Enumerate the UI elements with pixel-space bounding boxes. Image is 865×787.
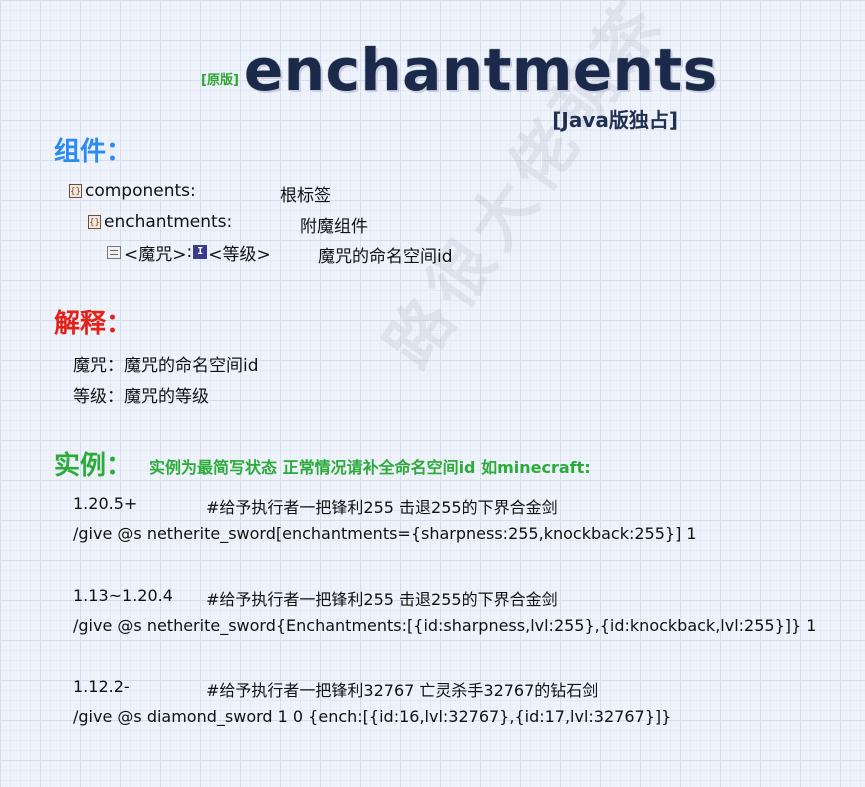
explain-line: 魔咒：魔咒的命名空间id xyxy=(73,356,259,376)
tree-row-components: {} components: xyxy=(69,180,196,202)
explain-line: 等级：魔咒的等级 xyxy=(73,387,209,407)
example-comment: #给予执行者一把锋利32767 亡灵杀手32767的钻石剑 xyxy=(206,681,599,700)
example-comment: #给予执行者一把锋利255 击退255的下界合金剑 xyxy=(206,590,558,609)
example-command: /give @s netherite_sword{Enchantments:[{… xyxy=(73,616,817,635)
tree-value: <等级> xyxy=(208,244,271,265)
tree-label: components: xyxy=(85,181,196,201)
tree-label: enchantments: xyxy=(104,212,233,232)
tree-row-enchantments: {} enchantments: xyxy=(88,211,232,233)
page-title: enchantments xyxy=(244,36,718,104)
tree-desc: 附魔组件 xyxy=(300,217,368,237)
compound-tag-icon: {} xyxy=(69,184,82,198)
tree-desc: 魔咒的命名空间id xyxy=(318,247,453,267)
example-version: 1.13~1.20.4 xyxy=(73,586,173,605)
example-command: /give @s netherite_sword[enchantments={s… xyxy=(73,524,697,543)
explain-heading: 解释： xyxy=(54,309,133,339)
components-heading: 组件： xyxy=(54,137,133,167)
int-tag-icon: I xyxy=(193,245,208,259)
tree-key: <魔咒> xyxy=(124,244,187,265)
example-comment: #给予执行者一把锋利255 击退255的下界合金剑 xyxy=(206,498,558,517)
tree-sep: : xyxy=(186,242,193,262)
example-heading: 实例： xyxy=(54,451,133,481)
tree-desc: 根标签 xyxy=(280,186,331,206)
example-command: /give @s diamond_sword 1 0 {ench:[{id:16… xyxy=(73,707,672,726)
example-note: 实例为最简写状态 正常情况请补全命名空间id 如minecraft: xyxy=(149,458,591,477)
any-tag-icon xyxy=(107,245,121,259)
tree-row-enchant-entry: <魔咒> : I <等级> xyxy=(107,241,271,265)
original-tag: [原版] xyxy=(201,73,239,88)
example-version: 1.20.5+ xyxy=(73,494,138,513)
compound-tag-icon: {} xyxy=(88,215,101,229)
example-version: 1.12.2- xyxy=(73,677,130,696)
edition-tag: [Java版独占] xyxy=(552,108,678,132)
